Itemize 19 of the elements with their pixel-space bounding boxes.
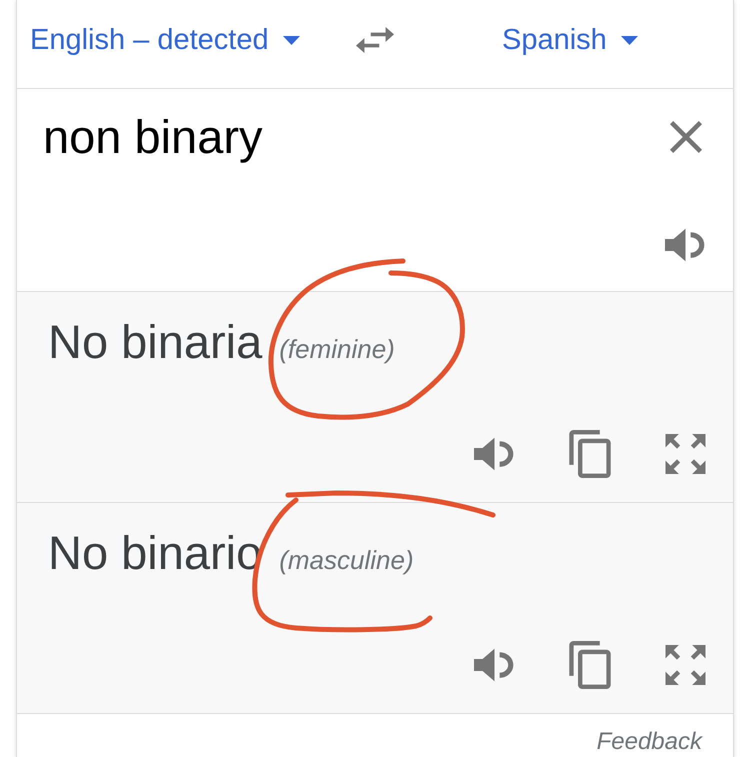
translation-text: No binaria [48, 314, 262, 370]
fullscreen-icon[interactable] [665, 645, 706, 685]
close-icon[interactable] [670, 121, 702, 153]
translation-text: No binario [48, 525, 262, 581]
feedback-link[interactable]: Feedback [596, 728, 702, 757]
swap-icon[interactable] [356, 27, 394, 53]
gender-label: (masculine) [279, 545, 414, 575]
caret-icon [620, 36, 638, 44]
target-language-button[interactable]: Spanish [502, 23, 638, 57]
copy-icon[interactable] [569, 641, 611, 689]
speaker-icon[interactable] [474, 436, 515, 472]
caret-icon [282, 36, 300, 44]
speaker-icon[interactable] [665, 227, 706, 263]
speaker-icon[interactable] [474, 647, 515, 683]
fullscreen-icon[interactable] [665, 434, 706, 474]
source-language-button[interactable]: English – detected [30, 23, 300, 57]
copy-icon[interactable] [569, 430, 611, 478]
source-text-field[interactable]: non binary [43, 109, 650, 165]
gender-label: (feminine) [279, 334, 395, 364]
